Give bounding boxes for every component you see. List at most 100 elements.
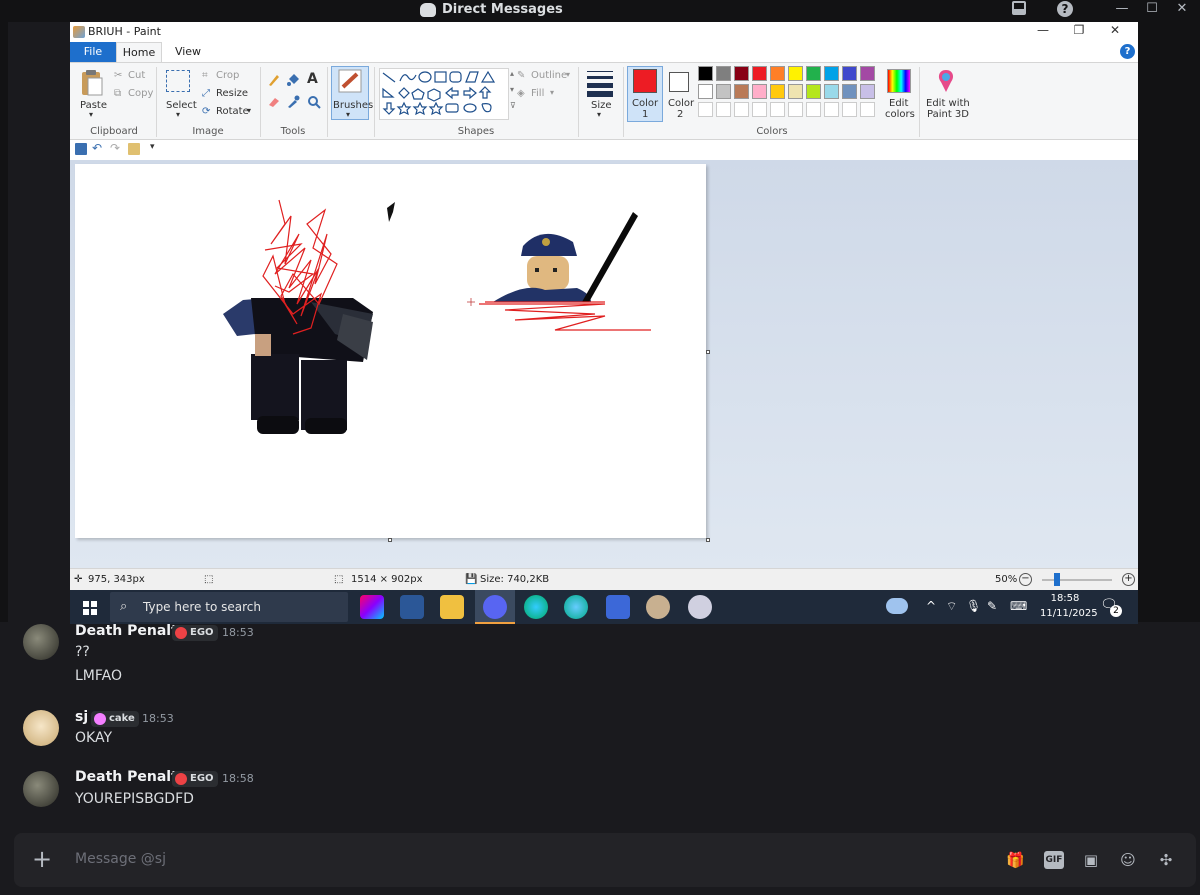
palette-swatch[interactable] [770,66,785,81]
message-author[interactable]: Death Penalty [75,769,187,785]
zoom-slider-thumb[interactable] [1054,573,1060,586]
cut-button[interactable]: Cut [128,70,145,81]
emoji-icon[interactable]: ☺ [1119,851,1137,869]
copilot-icon[interactable] [360,595,384,619]
magnifier-icon[interactable] [307,95,321,112]
paint3d-label-1[interactable]: Edit with [926,98,970,109]
keyboard-icon[interactable]: ⌨ [1010,599,1027,613]
paste-icon[interactable] [80,69,104,97]
text-tool-icon[interactable]: A [307,71,318,87]
message-input[interactable]: Message @sj [75,851,166,867]
paint-close-button[interactable]: ✕ [1100,23,1130,41]
paint-app-taskbar-icon[interactable] [688,595,712,619]
size-dropdown-icon[interactable]: ▾ [597,110,601,119]
select-icon[interactable] [166,70,190,92]
palette-swatch[interactable] [698,84,713,99]
outline-dropdown-icon[interactable]: ▾ [566,70,570,79]
color2-swatch[interactable] [669,72,689,92]
paint-canvas[interactable] [75,164,706,538]
palette-swatch[interactable] [716,66,731,81]
palette-swatch-empty[interactable] [734,102,749,117]
palette-swatch[interactable] [788,66,803,81]
palette-swatch[interactable] [716,84,731,99]
shapes-scroll-down-icon[interactable]: ▾ [510,85,514,94]
paint-restore-button[interactable]: ❐ [1064,23,1094,41]
palette-swatch-empty[interactable] [824,102,839,117]
sticker-icon[interactable]: ▣ [1082,851,1100,869]
outline-button[interactable]: Outline [531,70,567,81]
pen-icon[interactable]: ✎ [987,599,997,613]
select-dropdown-icon[interactable]: ▾ [176,110,180,119]
palette-swatch-empty[interactable] [752,102,767,117]
palette-swatch[interactable] [842,66,857,81]
resize-handle-right[interactable] [706,350,710,354]
gif-icon[interactable]: GIF [1044,851,1064,869]
user-badge[interactable]: cake [91,711,139,727]
edge-icon[interactable] [524,595,548,619]
tab-home[interactable]: Home [116,42,162,62]
palette-swatch[interactable] [860,66,875,81]
user-badge[interactable]: EGO [172,771,218,787]
microphone-icon[interactable]: 🎙 [966,599,981,613]
shapes-gallery[interactable] [379,68,509,120]
add-attachment-button[interactable]: + [32,845,52,873]
file-explorer-icon[interactable] [440,595,464,619]
redo-icon[interactable]: ↷ [110,141,120,155]
message-composer[interactable]: + Message @sj 🎁 GIF ▣ ☺ ✣ [14,833,1196,887]
palette-swatch[interactable] [806,84,821,99]
discord-taskbar-button[interactable] [475,590,515,624]
pencil-icon[interactable] [267,73,281,90]
customize-qat-icon[interactable]: ▾ [150,142,155,152]
rotate-dropdown-icon[interactable]: ▾ [247,106,251,115]
taskbar-time[interactable]: 18:58 [1040,593,1090,604]
palette-swatch[interactable] [860,84,875,99]
palette-swatch-empty[interactable] [770,102,785,117]
apps-icon[interactable]: ✣ [1157,851,1175,869]
help-icon[interactable]: ? [1051,0,1079,19]
palette-swatch[interactable] [752,66,767,81]
resize-button[interactable]: Resize [216,88,248,99]
paint-help-icon[interactable]: ? [1120,44,1135,59]
task-view-icon[interactable] [400,595,424,619]
size-button[interactable]: Size [591,100,612,111]
inbox-icon[interactable] [1005,0,1033,19]
size-icon[interactable] [587,71,613,97]
paste-button[interactable]: Paste [80,100,107,111]
save-icon[interactable] [75,143,87,155]
roblox-icon[interactable] [606,595,630,619]
zoom-out-button[interactable]: − [1019,573,1032,586]
crop-button[interactable]: Crop [216,70,239,81]
palette-swatch-empty[interactable] [716,102,731,117]
palette-swatch[interactable] [734,66,749,81]
resize-handle-bottom[interactable] [388,538,392,542]
tray-chevron-icon[interactable]: ^ [926,599,936,613]
palette-swatch-empty[interactable] [860,102,875,117]
brushes-dropdown-icon[interactable]: ▾ [346,110,350,119]
tab-view[interactable]: View [168,42,208,62]
resize-handle-corner[interactable] [706,538,710,542]
color-picker-icon[interactable] [286,95,300,112]
tab-file[interactable]: File [70,42,116,62]
paint3d-label-2[interactable]: Paint 3D [927,109,969,120]
shapes-scroll-up-icon[interactable]: ▴ [510,69,514,78]
edit-colors-label-2[interactable]: colors [885,109,915,120]
palette-swatch-empty[interactable] [842,102,857,117]
palette-swatch-empty[interactable] [788,102,803,117]
avatar[interactable] [23,771,59,807]
edit-colors-icon[interactable] [887,69,911,93]
copy-button[interactable]: Copy [128,88,153,99]
palette-swatch[interactable] [752,84,767,99]
zoom-in-button[interactable]: + [1122,573,1135,586]
paint3d-icon[interactable] [934,68,958,94]
gift-icon[interactable]: 🎁 [1006,851,1025,869]
palette-swatch[interactable] [842,84,857,99]
user-badge[interactable]: EGO [172,625,218,641]
fill-button[interactable]: Fill [531,88,544,99]
taskbar-search[interactable]: ⌕ Type here to search [110,592,348,622]
palette-swatch[interactable] [734,84,749,99]
maximize-button[interactable]: ☐ [1138,0,1166,20]
close-button[interactable]: ✕ [1168,0,1196,20]
network-icon[interactable]: ⌔ [946,599,957,614]
avatar[interactable] [23,624,59,660]
weather-icon[interactable] [886,598,908,614]
